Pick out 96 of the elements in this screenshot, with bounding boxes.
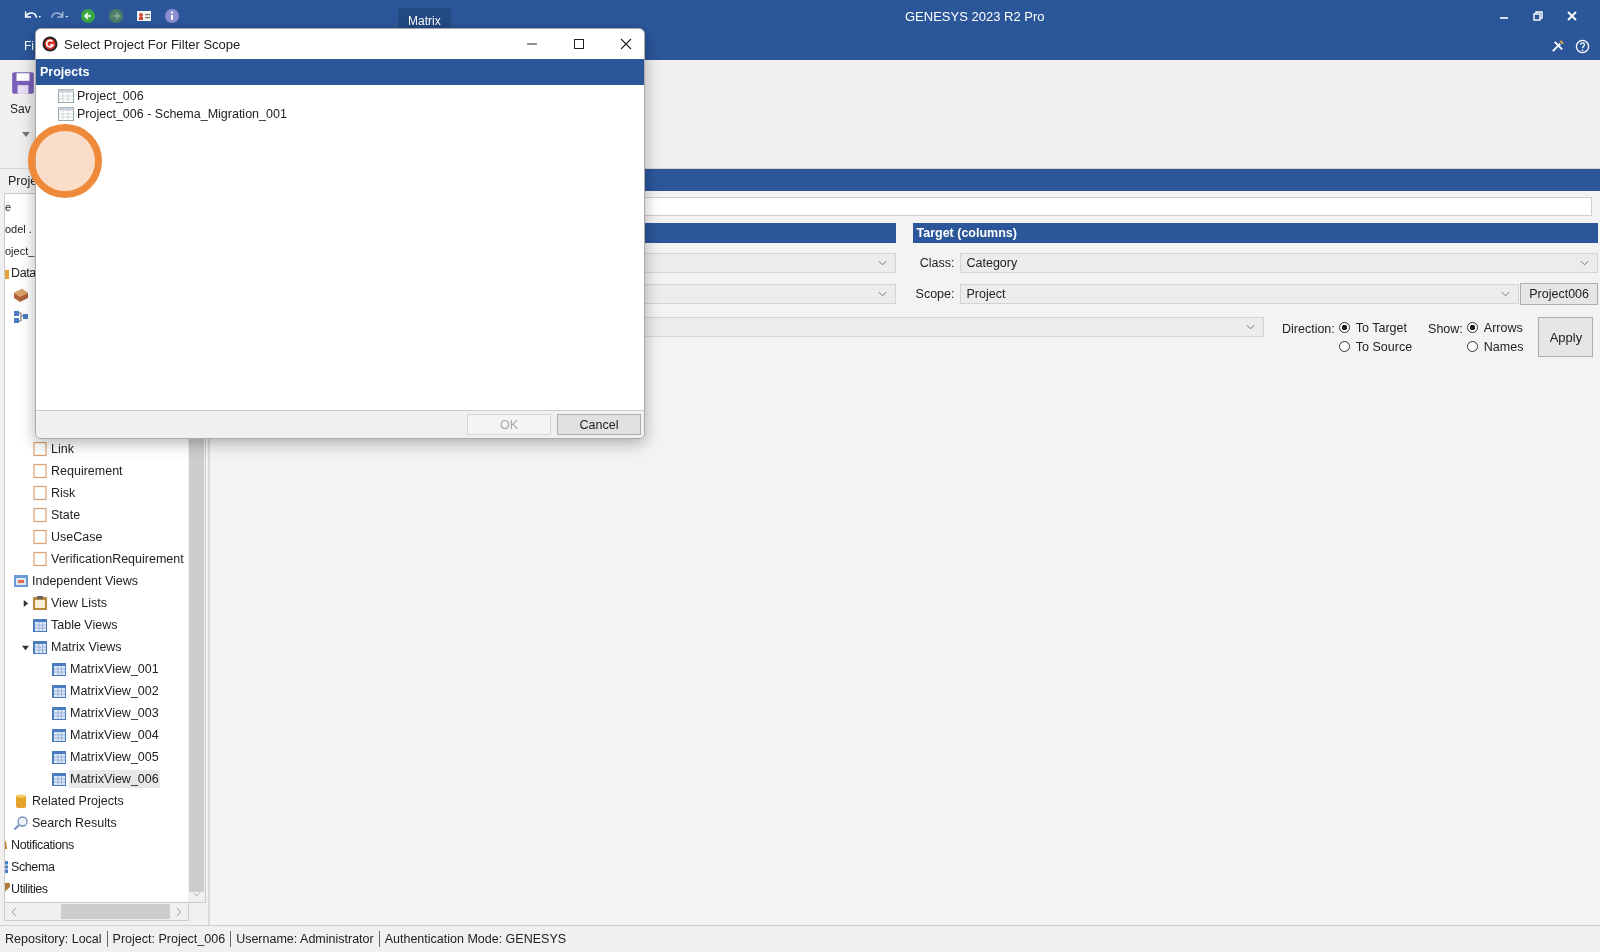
tree-item[interactable]: MatrixView_003 bbox=[69, 704, 160, 722]
status-item: Project: Project_006 bbox=[107, 931, 232, 947]
tree-item[interactable]: Table Views bbox=[50, 616, 119, 634]
table-icon bbox=[32, 617, 48, 633]
chevron-icon bbox=[1246, 324, 1255, 330]
list-header: Projects bbox=[36, 59, 644, 85]
save-icon[interactable] bbox=[10, 70, 36, 96]
cancel-button[interactable]: Cancel bbox=[557, 414, 641, 435]
list-item[interactable]: Project_006 bbox=[75, 88, 146, 104]
table-icon bbox=[58, 107, 74, 121]
table-icon bbox=[51, 771, 67, 787]
chevron-icon bbox=[877, 260, 887, 266]
radio-label[interactable]: Arrows bbox=[1483, 320, 1523, 335]
class-icon bbox=[32, 551, 48, 567]
table-icon bbox=[51, 705, 67, 721]
status-item: Repository: Local bbox=[0, 931, 108, 947]
help-icon[interactable] bbox=[1575, 38, 1590, 54]
restore-icon[interactable] bbox=[1532, 10, 1544, 22]
table-icon bbox=[51, 749, 67, 765]
dropdown-caret-icon[interactable] bbox=[22, 132, 30, 137]
radio-button[interactable] bbox=[1338, 341, 1350, 352]
tree-item[interactable]: MatrixView_001 bbox=[69, 660, 160, 678]
tree-item[interactable]: Independent Views bbox=[31, 572, 140, 590]
class-icon bbox=[32, 485, 48, 501]
tree-item[interactable]: odel . bbox=[5, 223, 32, 235]
class-icon bbox=[32, 507, 48, 523]
tree-item[interactable]: MatrixView_006 bbox=[69, 770, 160, 788]
tools-icon[interactable] bbox=[1550, 38, 1565, 54]
diagram-icon bbox=[13, 309, 29, 325]
database-icon bbox=[13, 793, 29, 809]
field-label: Scope: bbox=[914, 287, 955, 301]
class-icon bbox=[32, 463, 48, 479]
status-item: Username: Administrator bbox=[231, 931, 380, 947]
info-icon[interactable] bbox=[162, 8, 182, 24]
caret-icon[interactable] bbox=[21, 599, 29, 607]
tree-item[interactable]: MatrixView_002 bbox=[69, 682, 160, 700]
scope-button[interactable]: Project006 bbox=[1520, 283, 1598, 305]
dropdown[interactable]: Project bbox=[959, 284, 1520, 304]
search-icon bbox=[13, 815, 29, 831]
chevron-icon bbox=[877, 291, 887, 297]
tree-item[interactable]: Requirement bbox=[50, 462, 124, 480]
tree-item[interactable]: MatrixView_005 bbox=[69, 748, 160, 766]
tree-item[interactable]: MatrixView_004 bbox=[69, 726, 160, 744]
caret-icon[interactable] bbox=[21, 643, 29, 651]
radio-button[interactable] bbox=[1466, 341, 1478, 352]
tree-item[interactable]: Matrix Views bbox=[50, 638, 123, 656]
list-item[interactable]: Project_006 - Schema_Migration_001 bbox=[75, 106, 289, 122]
table-icon bbox=[58, 89, 74, 103]
radio-label[interactable]: To Source bbox=[1355, 339, 1413, 354]
tree-item[interactable]: VerificationRequirement bbox=[50, 550, 185, 568]
table-icon bbox=[51, 727, 67, 743]
chevron-icon bbox=[1501, 291, 1511, 297]
chevron-icon bbox=[1580, 260, 1589, 266]
ribbon-tab[interactable]: Fi bbox=[24, 39, 34, 53]
back-icon[interactable] bbox=[78, 8, 98, 24]
tree-item[interactable]: Utilities bbox=[10, 880, 49, 898]
tree-item[interactable]: View Lists bbox=[50, 594, 109, 612]
apply-button[interactable]: Apply bbox=[1538, 317, 1594, 357]
tree-item[interactable]: Data bbox=[10, 264, 37, 282]
field-label: Direction: bbox=[1282, 322, 1335, 336]
tree-item[interactable]: e bbox=[5, 201, 12, 213]
contact-card-icon[interactable] bbox=[134, 8, 154, 24]
class-icon bbox=[32, 529, 48, 545]
field-label: Show: bbox=[1428, 322, 1463, 336]
radio-label[interactable]: Names bbox=[1483, 339, 1524, 354]
table-icon bbox=[51, 683, 67, 699]
tree-item[interactable]: Risk bbox=[50, 484, 77, 502]
list-icon bbox=[32, 595, 48, 611]
status-item: Authentication Mode: GENESYS bbox=[383, 931, 568, 947]
tree-item[interactable]: Link bbox=[50, 440, 75, 458]
tree-item[interactable]: Related Projects bbox=[31, 792, 125, 810]
tree-item[interactable]: Schema bbox=[10, 858, 56, 876]
class-icon bbox=[32, 441, 48, 457]
dialog-title: Select Project For Filter Scope bbox=[64, 36, 241, 52]
window-title: GENESYS 2023 R2 Pro bbox=[905, 8, 1045, 24]
tree-item[interactable]: UseCase bbox=[50, 528, 104, 546]
forward-icon[interactable] bbox=[106, 8, 126, 24]
dropdown[interactable]: Category bbox=[959, 253, 1598, 273]
app-logo-icon bbox=[42, 36, 58, 52]
radio-button[interactable] bbox=[1338, 322, 1350, 333]
table-icon bbox=[32, 639, 48, 655]
table-icon bbox=[51, 661, 67, 677]
tree-item[interactable]: oject_ bbox=[5, 245, 35, 257]
bricks-icon bbox=[13, 287, 29, 303]
tree-item[interactable]: State bbox=[50, 506, 82, 524]
scrollbar-thumb[interactable] bbox=[60, 904, 171, 919]
tree-item[interactable]: Search Results bbox=[31, 814, 118, 832]
panel-header: Target (columns) bbox=[912, 223, 1598, 243]
radio-button[interactable] bbox=[1466, 322, 1478, 333]
save-label[interactable]: Sav bbox=[10, 102, 31, 116]
maximize-icon[interactable] bbox=[573, 38, 585, 50]
views-icon bbox=[13, 573, 29, 589]
close-icon[interactable] bbox=[620, 38, 632, 50]
tree-item[interactable]: Notifications bbox=[10, 836, 75, 854]
radio-label[interactable]: To Target bbox=[1355, 320, 1407, 335]
field-label: Class: bbox=[918, 256, 955, 270]
